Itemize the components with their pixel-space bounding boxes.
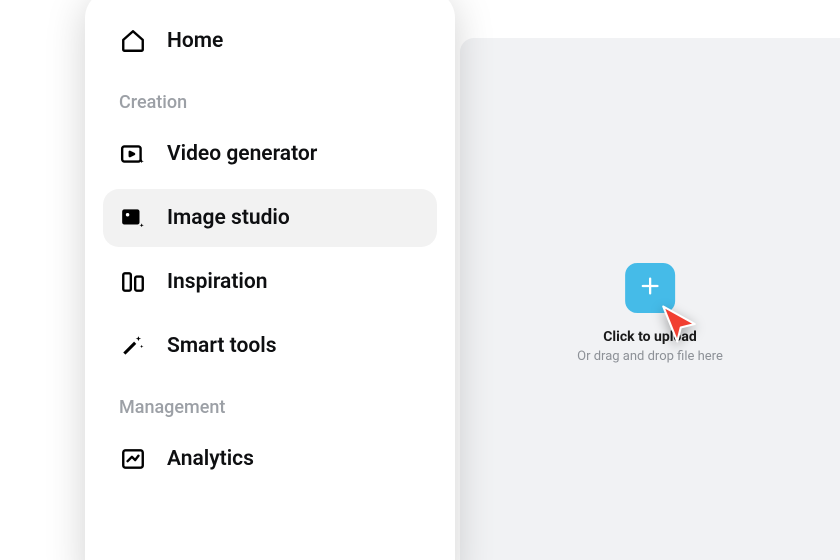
upload-title: Click to upload <box>603 329 696 345</box>
upload-subtitle: Or drag and drop file here <box>577 349 723 364</box>
columns-icon <box>119 268 147 296</box>
section-title-creation: Creation <box>119 92 437 113</box>
home-icon <box>119 27 147 55</box>
sidebar-item-home[interactable]: Home <box>103 12 437 70</box>
upload-zone[interactable]: Click to upload Or drag and drop file he… <box>577 263 723 364</box>
sidebar-item-label: Video generator <box>167 142 317 166</box>
sidebar-item-image-studio[interactable]: Image studio <box>103 189 437 247</box>
upload-button[interactable] <box>625 263 675 313</box>
sidebar-item-label: Home <box>167 29 223 53</box>
sidebar: Home Creation Video generator Image stud… <box>85 0 455 560</box>
sidebar-item-smart-tools[interactable]: Smart tools <box>103 317 437 375</box>
image-sparkle-icon <box>119 204 147 232</box>
sidebar-item-label: Analytics <box>167 447 254 471</box>
main-content: Click to upload Or drag and drop file he… <box>460 38 840 560</box>
wand-sparkle-icon <box>119 332 147 360</box>
plus-icon <box>639 275 661 301</box>
sidebar-item-label: Smart tools <box>167 334 277 358</box>
sidebar-item-analytics[interactable]: Analytics <box>103 430 437 488</box>
sidebar-item-label: Image studio <box>167 206 290 230</box>
sidebar-item-inspiration[interactable]: Inspiration <box>103 253 437 311</box>
sidebar-item-label: Inspiration <box>167 270 267 294</box>
sidebar-item-video-generator[interactable]: Video generator <box>103 125 437 183</box>
chart-line-icon <box>119 445 147 473</box>
section-title-management: Management <box>119 397 437 418</box>
video-sparkle-icon <box>119 140 147 168</box>
